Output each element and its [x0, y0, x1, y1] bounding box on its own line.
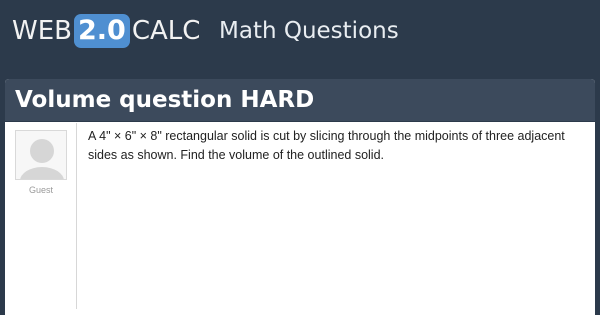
user-info: Guest: [9, 123, 77, 309]
logo-calc-text: CALC: [131, 16, 201, 46]
question-text: A 4" × 6" × 8" rectangular solid is cut …: [88, 129, 565, 162]
question-panel: Volume question HARD Guest A 4" × 6" × 8…: [5, 79, 595, 315]
user-name: Guest: [28, 185, 53, 195]
logo-version-badge: 2.0: [73, 14, 130, 48]
site-header: WEB 2.0 CALC Math Questions: [0, 0, 600, 64]
question-content: Guest A 4" × 6" × 8" rectangular solid i…: [5, 123, 595, 315]
logo-web-text: WEB: [12, 16, 72, 46]
question-title: Volume question HARD: [15, 87, 315, 113]
question-title-bar: Volume question HARD: [5, 79, 595, 122]
default-avatar-icon: [15, 130, 67, 180]
web20calc-logo[interactable]: WEB 2.0 CALC: [12, 14, 200, 48]
section-title[interactable]: Math Questions: [219, 14, 399, 48]
